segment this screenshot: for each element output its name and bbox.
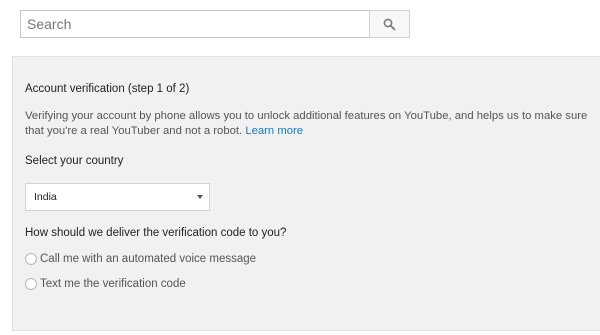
country-dropdown[interactable]: India — [25, 183, 210, 211]
search-input[interactable] — [20, 10, 370, 38]
text-message-radio[interactable] — [25, 278, 37, 290]
country-label: Select your country — [25, 155, 124, 167]
verification-title: Account verification (step 1 of 2) — [25, 83, 190, 95]
search-button[interactable] — [369, 10, 410, 38]
dropdown-arrow-icon — [197, 195, 203, 199]
voice-call-label: Call me with an automated voice message — [40, 253, 257, 265]
voice-call-radio[interactable] — [25, 253, 37, 265]
delivery-method-label: How should we deliver the verification c… — [25, 227, 287, 239]
text-message-label: Text me the verification code — [40, 278, 186, 290]
learn-more-link[interactable]: Learn more — [245, 125, 303, 137]
option-voice-call[interactable]: Call me with an automated voice message — [25, 253, 256, 265]
country-selected-value: India — [34, 191, 57, 203]
option-text-message[interactable]: Text me the verification code — [25, 278, 186, 290]
header — [0, 0, 600, 50]
description-text: Verifying your account by phone allows y… — [25, 110, 588, 137]
verification-description: Verifying your account by phone allows y… — [25, 109, 590, 139]
search-icon — [383, 18, 396, 30]
